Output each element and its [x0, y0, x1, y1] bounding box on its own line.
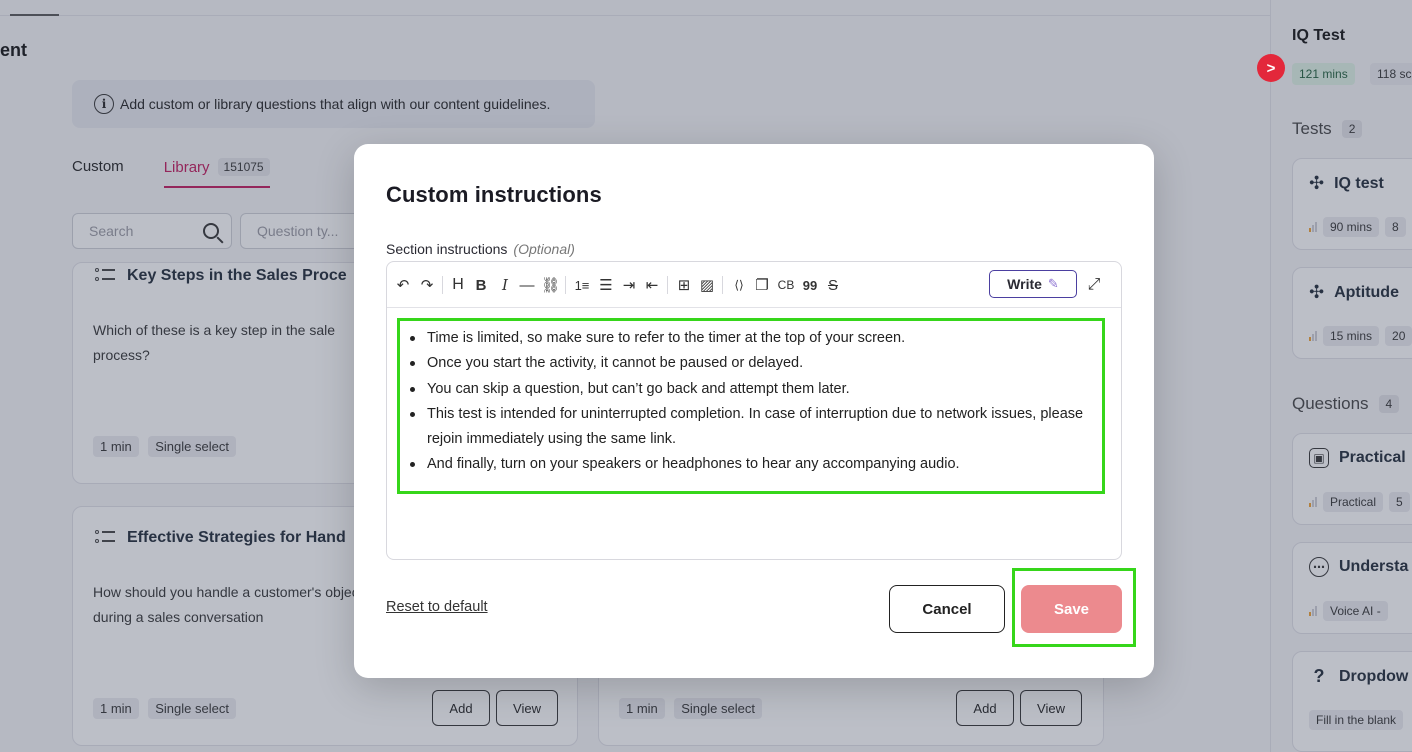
rich-text-editor: ↶ ↷ H B I — ⛓ 1≡ ☰ ⇥ ⇤ ⊞ ▨ ⟨⟩ ❐ CB 99 S …: [386, 261, 1122, 560]
link-icon[interactable]: ⛓: [541, 274, 560, 296]
list-item: Time is limited, so make sure to refer t…: [400, 326, 1102, 351]
indent-icon[interactable]: ⇥: [620, 274, 638, 296]
list-item: This test is intended for uninterrupted …: [400, 402, 1102, 453]
magic-wand-icon: ✎: [1047, 276, 1059, 291]
toolbar-divider: [442, 276, 443, 294]
optional-label: (Optional): [513, 241, 575, 257]
italic-icon[interactable]: I: [496, 274, 514, 296]
heading-icon[interactable]: H: [449, 274, 467, 296]
codeblock-icon[interactable]: CB: [777, 274, 795, 296]
list-item: Once you start the activity, it cannot b…: [400, 351, 1102, 376]
bullet-list-icon[interactable]: ☰: [597, 274, 615, 296]
table-icon[interactable]: ⊞: [675, 274, 693, 296]
horizontal-rule-icon[interactable]: —: [518, 274, 536, 296]
image-icon[interactable]: ▨: [698, 274, 716, 296]
list-item: You can skip a question, but can’t go ba…: [400, 377, 1102, 402]
code-icon[interactable]: ⟨⟩: [730, 274, 748, 296]
bold-icon[interactable]: B: [472, 274, 490, 296]
toolbar-divider: [667, 276, 668, 294]
toolbar-divider: [722, 276, 723, 294]
instructions-content[interactable]: Time is limited, so make sure to refer t…: [397, 318, 1105, 494]
chevron-right-icon: >: [1266, 59, 1276, 77]
undo-icon[interactable]: ↶: [394, 274, 412, 296]
editor-toolbar: ↶ ↷ H B I — ⛓ 1≡ ☰ ⇥ ⇤ ⊞ ▨ ⟨⟩ ❐ CB 99 S …: [387, 262, 1121, 308]
fullscreen-icon[interactable]: ⤢: [1085, 274, 1103, 296]
strikethrough-icon[interactable]: S: [824, 274, 842, 296]
write-label: Write: [1007, 276, 1042, 292]
custom-instructions-modal: Custom instructions Section instructions…: [354, 144, 1154, 678]
save-button[interactable]: Save: [1021, 585, 1122, 633]
reset-to-default-link[interactable]: Reset to default: [386, 599, 488, 615]
toolbar-divider: [565, 276, 566, 294]
list-item: And finally, turn on your speakers or he…: [400, 452, 1102, 477]
section-label-text: Section instructions: [386, 241, 508, 257]
modal-title: Custom instructions: [386, 182, 602, 207]
ai-write-button[interactable]: Write ✎: [989, 270, 1077, 298]
copy-icon[interactable]: ❐: [753, 274, 771, 296]
instructions-list: Time is limited, so make sure to refer t…: [400, 326, 1102, 478]
collapse-sidebar-button[interactable]: >: [1257, 54, 1285, 82]
ordered-list-icon[interactable]: 1≡: [573, 274, 591, 296]
redo-icon[interactable]: ↷: [418, 274, 436, 296]
cancel-button[interactable]: Cancel: [889, 585, 1005, 633]
section-instructions-label: Section instructions (Optional): [386, 241, 575, 257]
quote-icon[interactable]: 99: [801, 274, 819, 296]
outdent-icon[interactable]: ⇤: [643, 274, 661, 296]
